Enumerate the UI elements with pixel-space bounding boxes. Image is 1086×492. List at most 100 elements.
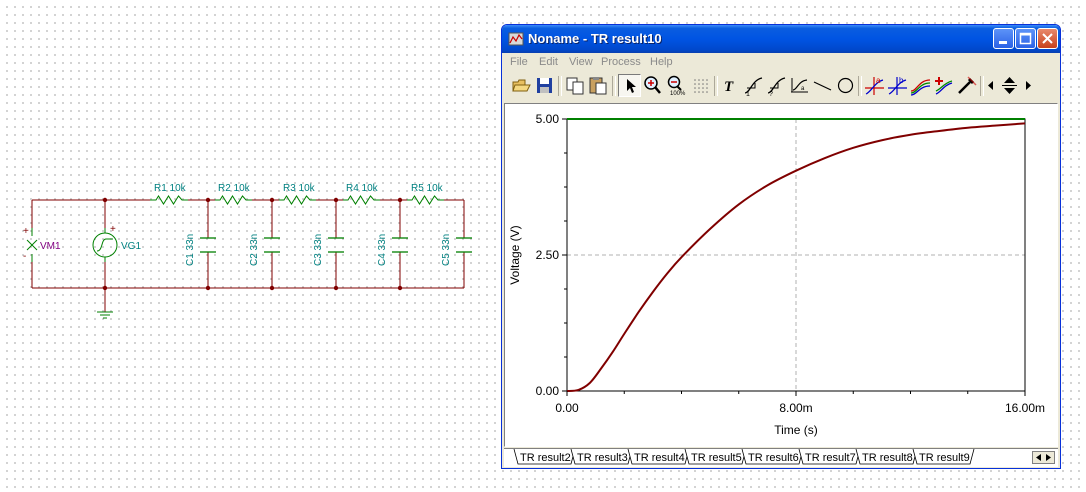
zoom-in-button[interactable]: [641, 74, 664, 97]
wires: [31, 199, 465, 312]
menu-edit[interactable]: Edit: [539, 56, 558, 68]
tab-label: TR result5: [691, 452, 742, 464]
axis-ticks: 0.00 8.00m 16.00m 0.00 2.50 5.00: [536, 112, 1045, 415]
toolbar: 100% T 1 ? a a b: [506, 74, 1056, 100]
ground-symbol: [97, 311, 113, 319]
menu-help[interactable]: Help: [650, 56, 673, 68]
nav-updown-icon: [1002, 77, 1017, 94]
open-button[interactable]: [510, 74, 533, 97]
save-button[interactable]: [533, 74, 556, 97]
x-tick-label: 0.00: [555, 401, 579, 415]
generator-label: VG1: [121, 241, 141, 252]
tab-tr-result7[interactable]: TR result7: [798, 449, 861, 465]
menu-process[interactable]: Process: [601, 56, 641, 68]
paste-icon: [589, 77, 607, 95]
menu-file[interactable]: File: [510, 56, 528, 68]
tab-strip: TR result2 TR result3 TR result4 TR result5…: [513, 449, 975, 465]
nav-right-button[interactable]: [1021, 74, 1035, 97]
tab-tr-result6[interactable]: TR result6: [741, 449, 804, 465]
capacitor-c4-label: C4 33n: [377, 234, 388, 266]
voltmeter-plus-sign: +: [23, 226, 29, 237]
circle-tool-button[interactable]: [834, 74, 857, 97]
svg-text:b: b: [899, 76, 904, 85]
add-marker-button[interactable]: [932, 74, 955, 97]
voltmeter-label: VM1: [40, 241, 61, 252]
menu-view[interactable]: View: [569, 56, 593, 68]
schematic-canvas[interactable]: + - VM1 + VG1 R1 10k R2 10k R3 10k R4 10…: [0, 0, 500, 330]
curve-label-button[interactable]: 1: [742, 74, 765, 97]
tab-tr-result2[interactable]: TR result2: [513, 449, 576, 465]
copy-icon: [566, 77, 584, 95]
resistor-r3-label: R3 10k: [283, 183, 316, 194]
window-title: Noname - TR result10: [528, 31, 662, 46]
paste-button[interactable]: [587, 74, 610, 97]
cursor-b-button[interactable]: b: [886, 74, 909, 97]
result-tabs: TR result2 TR result3 TR result4 TR result5…: [504, 448, 1058, 467]
nav-left-button[interactable]: [984, 74, 998, 97]
tab-scroll-arrows[interactable]: [1032, 451, 1055, 464]
resistor-r3: [279, 195, 316, 205]
resistor-r5: [407, 195, 444, 205]
transient-chart[interactable]: 0.00 8.00m 16.00m0.002.505.00 Voltage (V) …: [505, 104, 1057, 446]
tab-tr-result5[interactable]: TR result5: [684, 449, 747, 465]
tab-tr-result8[interactable]: TR result8: [855, 449, 918, 465]
copy-button[interactable]: [564, 74, 587, 97]
grid-button[interactable]: [689, 74, 712, 97]
text-tool-button[interactable]: T: [719, 74, 742, 97]
resistor-r2: [215, 195, 252, 205]
tab-tr-result4[interactable]: TR result4: [627, 449, 690, 465]
minimize-icon: [999, 41, 1007, 44]
close-button[interactable]: [1037, 28, 1058, 49]
cursor-a-button[interactable]: a: [863, 74, 886, 97]
maximize-button[interactable]: [1015, 28, 1036, 49]
tab-label: TR result4: [634, 452, 685, 464]
resistor-r1: [150, 195, 188, 205]
capacitor-c5: [456, 237, 472, 253]
tab-tr-result3[interactable]: TR result3: [570, 449, 633, 465]
x-tick-label: 16.00m: [1005, 401, 1045, 415]
x-tick-label: 8.00m: [779, 401, 812, 415]
curve-label2-icon: ?: [767, 77, 786, 97]
tab-label: TR result8: [862, 452, 913, 464]
save-icon: [537, 78, 552, 93]
app-icon: [508, 32, 524, 46]
nav-right-icon: [1026, 81, 1031, 90]
tab-tr-result9[interactable]: TR result9: [912, 449, 975, 465]
eyedropper-button[interactable]: [955, 74, 978, 97]
capacitor-c4: [392, 237, 408, 253]
tab-label: TR result3: [577, 452, 628, 464]
open-folder-icon: [512, 79, 531, 92]
axis-label-icon: a: [791, 78, 808, 93]
y-tick-label: 5.00: [536, 112, 560, 126]
nav-updown-button[interactable]: [998, 74, 1021, 97]
generator-plus-sign: +: [110, 224, 116, 235]
svg-text:T: T: [724, 79, 734, 95]
svg-text:?: ?: [769, 91, 773, 97]
title-bar[interactable]: Noname - TR result10: [502, 25, 1060, 53]
result-window[interactable]: Noname - TR result10 File Edit View Proc…: [501, 24, 1061, 469]
line-tool-button[interactable]: [811, 74, 834, 97]
cursor-a-icon: a: [865, 76, 884, 95]
pointer-button[interactable]: [618, 74, 641, 97]
plot-area[interactable]: 0.00 8.00m 16.00m 0.00 2.50 5.00 Voltage (V) …: [504, 103, 1058, 447]
capacitor-c3-label: C3 33n: [313, 234, 324, 266]
capacitor-c1-label: C1 33n: [185, 234, 196, 266]
curve-label2-button[interactable]: ?: [765, 74, 788, 97]
maximize-icon: [1019, 32, 1032, 45]
y-tick-label: 2.50: [536, 248, 560, 262]
multi-curve-button[interactable]: [909, 74, 932, 97]
zoom-100-button[interactable]: 100%: [664, 74, 687, 97]
capacitor-c2: [264, 237, 280, 253]
menu-bar: File Edit View Process Help: [502, 54, 1060, 72]
capacitor-c2-label: C2 33n: [249, 234, 260, 266]
svg-text:a: a: [876, 76, 881, 85]
tab-label: TR result9: [919, 452, 970, 464]
pointer-icon: [627, 79, 636, 93]
minimize-button[interactable]: [993, 28, 1014, 49]
add-marker-icon: [935, 77, 953, 95]
tab-label: TR result6: [748, 452, 799, 464]
axis-label-button[interactable]: a: [788, 74, 811, 97]
resistor-r4: [343, 195, 380, 205]
voltmeter-minus-sign: -: [23, 251, 26, 262]
resistor-r2-label: R2 10k: [218, 183, 251, 194]
